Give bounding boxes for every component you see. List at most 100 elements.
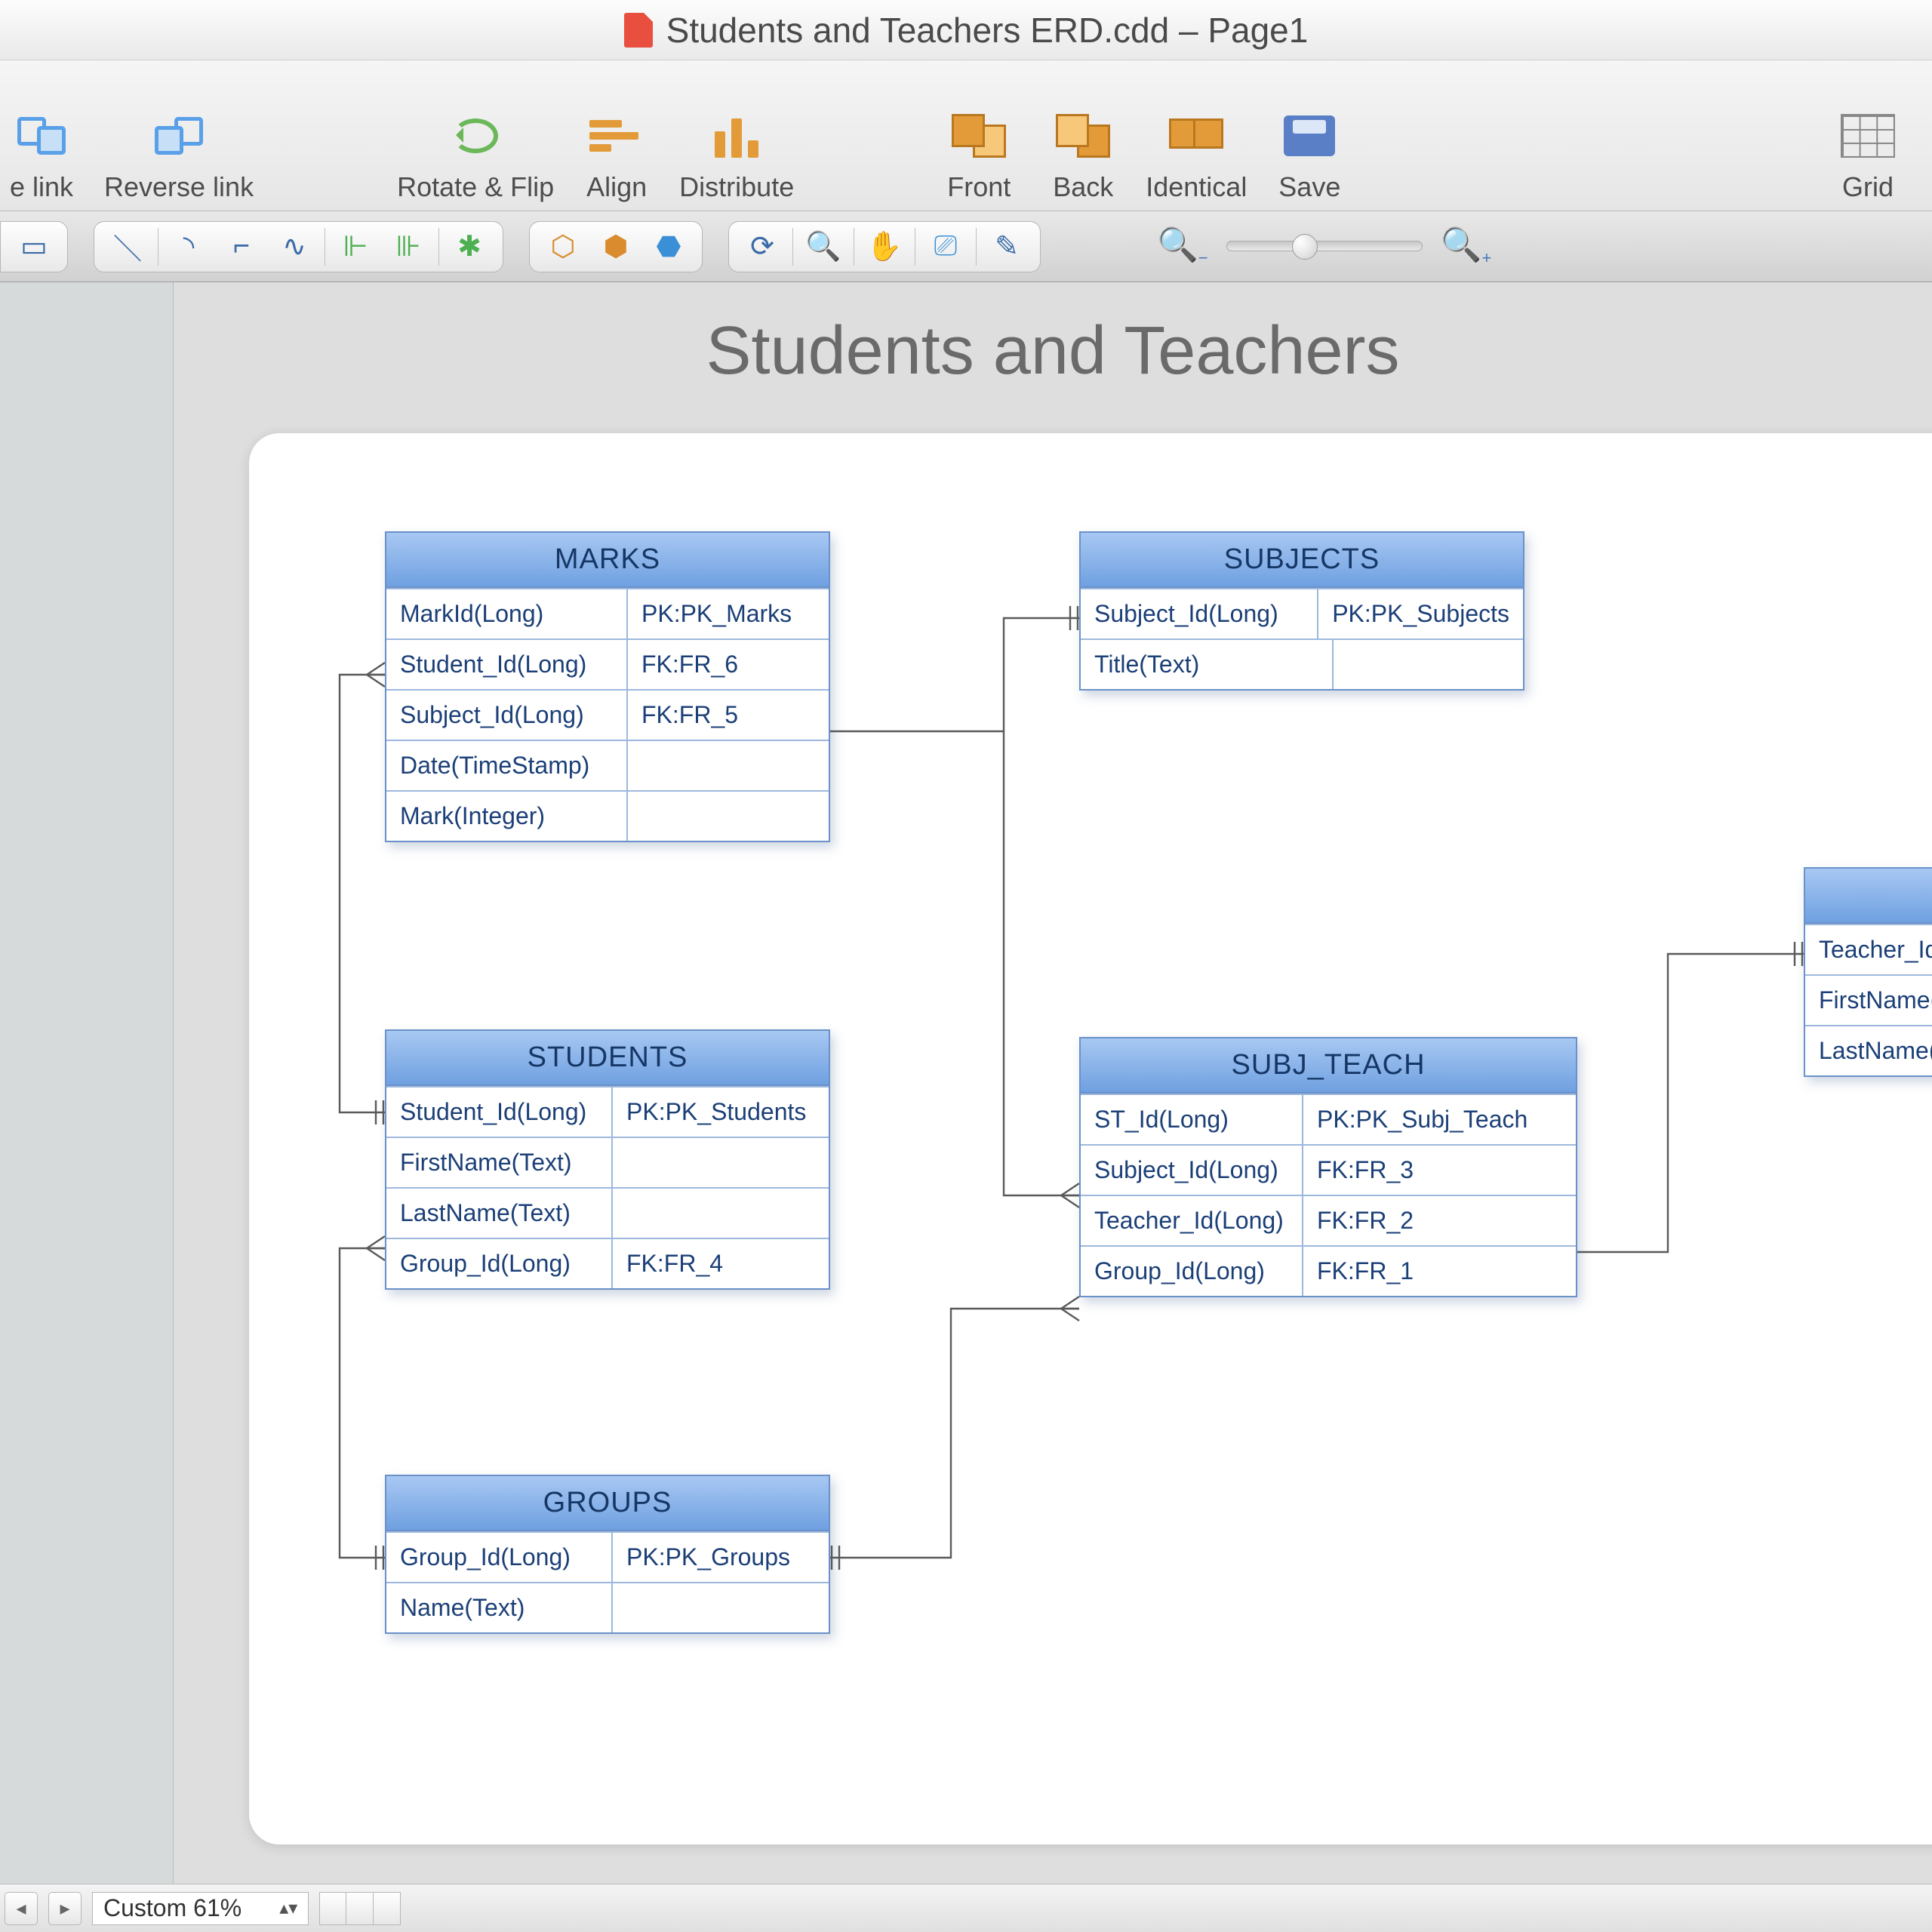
zoom-out-button[interactable]: 🔍− [1157, 225, 1208, 268]
reverse-link-icon [152, 114, 206, 158]
grid-icon [1841, 114, 1895, 158]
branch-tool-button[interactable]: ✱ [447, 226, 492, 267]
curve-tool-button[interactable]: ∿ [272, 226, 317, 267]
key [628, 741, 829, 790]
key: FK:FR_3 [1303, 1146, 1576, 1195]
subtract-tool-button[interactable]: ⬣ [646, 226, 691, 267]
identical-button[interactable]: Identical [1146, 114, 1247, 203]
pointer-group: ▭ [0, 221, 68, 272]
shape-ops-group: ⬡ ⬢ ⬣ [529, 221, 703, 272]
connector-group: ＼ ◝ ⌐ ∿ ⊩ ⊪ ✱ [94, 221, 503, 272]
view-mode-1[interactable] [319, 1892, 346, 1925]
key [613, 1138, 829, 1187]
zoom-slider[interactable] [1226, 241, 1423, 251]
key: FK:FR_6 [628, 640, 829, 689]
align-button[interactable]: Align [575, 114, 658, 203]
key: PK:PK_Subjects [1318, 589, 1523, 638]
save-button[interactable]: Save [1268, 114, 1351, 203]
scroll-right-button[interactable]: ▸ [48, 1892, 82, 1925]
route-h-tool-button[interactable]: ⊩ [333, 226, 378, 267]
pan-tool-button[interactable]: ✋ [862, 226, 907, 267]
entity-subj-teach[interactable]: SUBJ_TEACH ST_Id(Long)PK:PK_Subj_Teach S… [1079, 1037, 1577, 1297]
line-tool-button[interactable]: ＼ [105, 226, 150, 267]
zoom-in-button[interactable]: 🔍+ [1441, 225, 1492, 268]
rotate-flip-label: Rotate & Flip [397, 171, 554, 203]
entity-teachers-header: T [1805, 869, 1932, 924]
key: FK:FR_2 [1303, 1196, 1576, 1245]
reverse-link-button[interactable]: Reverse link [104, 114, 254, 203]
field: Title(Text) [1081, 640, 1334, 689]
save-label: Save [1278, 171, 1340, 203]
grid-button[interactable]: Grid [1826, 114, 1909, 203]
elbow-tool-button[interactable]: ⌐ [219, 226, 264, 267]
arc-tool-button[interactable]: ◝ [166, 226, 211, 267]
distribute-label: Distribute [679, 171, 794, 203]
key [1334, 640, 1523, 689]
identical-label: Identical [1146, 171, 1247, 203]
paper: MARKS MarkId(Long)PK:PK_Marks Student_Id… [249, 433, 1932, 1844]
secondary-toolbar: ▭ ＼ ◝ ⌐ ∿ ⊩ ⊪ ✱ ⬡ ⬢ ⬣ ⟳ 🔍 ✋ ⎚ ✎ 🔍− 🔍+ [0, 211, 1932, 282]
rotate-flip-button[interactable]: Rotate & Flip [397, 114, 554, 203]
zoom-display[interactable]: Custom 61% ▴▾ [92, 1892, 309, 1925]
key: FK:FR_1 [1303, 1247, 1576, 1296]
key: PK:PK_Subj_Teach [1303, 1095, 1576, 1144]
send-back-button[interactable]: Back [1041, 114, 1124, 203]
view-mode-3[interactable] [374, 1892, 401, 1925]
field: Subject_Id(Long) [1081, 589, 1318, 638]
reverse-link-label: Reverse link [104, 171, 254, 203]
rotate-icon [448, 114, 503, 158]
status-bar: ◂ ▸ Custom 61% ▴▾ [0, 1884, 1932, 1932]
canvas[interactable]: Students and Teachers [174, 282, 1932, 1884]
entity-students[interactable]: STUDENTS Student_Id(Long)PK:PK_Students … [385, 1029, 830, 1290]
back-label: Back [1053, 171, 1113, 203]
order-group: Front Back Identical Save [937, 114, 1351, 203]
field: Group_Id(Long) [386, 1239, 613, 1288]
key [628, 792, 829, 841]
identical-icon [1169, 114, 1223, 158]
diagram-title: Students and Teachers [174, 312, 1932, 390]
scroll-left-button[interactable]: ◂ [5, 1892, 38, 1925]
zoom-value: Custom 61% [103, 1894, 242, 1922]
pointer-tool-button[interactable]: ▭ [11, 226, 57, 267]
save-icon [1282, 114, 1337, 158]
entity-students-header: STUDENTS [386, 1031, 829, 1086]
view-tools-group: ⟳ 🔍 ✋ ⎚ ✎ [728, 221, 1041, 272]
window-titlebar: Students and Teachers ERD.cdd – Page1 [0, 0, 1932, 60]
field: Student_Id(Long) [386, 1088, 613, 1137]
refresh-button[interactable]: ⟳ [740, 226, 785, 267]
view-mode-2[interactable] [346, 1892, 374, 1925]
bring-front-button[interactable]: Front [937, 114, 1020, 203]
make-link-button[interactable]: e link [0, 114, 83, 203]
entity-subjects[interactable]: SUBJECTS Subject_Id(Long)PK:PK_Subjects … [1079, 531, 1524, 691]
stamp-tool-button[interactable]: ⎚ [923, 226, 968, 267]
field: Subject_Id(Long) [386, 691, 628, 740]
grid-label: Grid [1842, 171, 1894, 203]
key: PK:PK_Groups [613, 1533, 829, 1582]
key [613, 1583, 829, 1632]
field: Name(Text) [386, 1583, 613, 1632]
eyedropper-tool-button[interactable]: ✎ [984, 226, 1029, 267]
key: PK:PK_Students [613, 1088, 829, 1137]
field: LastName(Te [1805, 1026, 1932, 1075]
zoom-slider-knob[interactable] [1292, 234, 1318, 260]
zoom-stepper-icon[interactable]: ▴▾ [279, 1897, 297, 1919]
entity-marks[interactable]: MARKS MarkId(Long)PK:PK_Marks Student_Id… [385, 531, 830, 842]
field: Mark(Integer) [386, 792, 628, 841]
view-mode-switch[interactable] [319, 1892, 401, 1925]
field: FirstName(Te [1805, 976, 1932, 1025]
main-toolbar: e link Reverse link Rotate & Flip Align … [0, 60, 1932, 211]
field: Date(TimeStamp) [386, 741, 628, 790]
intersect-tool-button[interactable]: ⬢ [593, 226, 638, 267]
distribute-button[interactable]: Distribute [679, 114, 794, 203]
key: PK:PK_Marks [628, 589, 829, 638]
zoom-tool-button[interactable]: 🔍 [801, 226, 846, 267]
key: FK:FR_5 [628, 691, 829, 740]
entity-teachers[interactable]: T Teacher_Id(L FirstName(Te LastName(Te [1804, 867, 1932, 1077]
union-tool-button[interactable]: ⬡ [540, 226, 586, 267]
link-icon [14, 114, 69, 158]
entity-groups[interactable]: GROUPS Group_Id(Long)PK:PK_Groups Name(T… [385, 1475, 830, 1634]
route-v-tool-button[interactable]: ⊪ [386, 226, 431, 267]
workspace: Students and Teachers [0, 282, 1932, 1884]
field: Subject_Id(Long) [1081, 1146, 1303, 1195]
entity-subj-teach-header: SUBJ_TEACH [1081, 1038, 1576, 1094]
